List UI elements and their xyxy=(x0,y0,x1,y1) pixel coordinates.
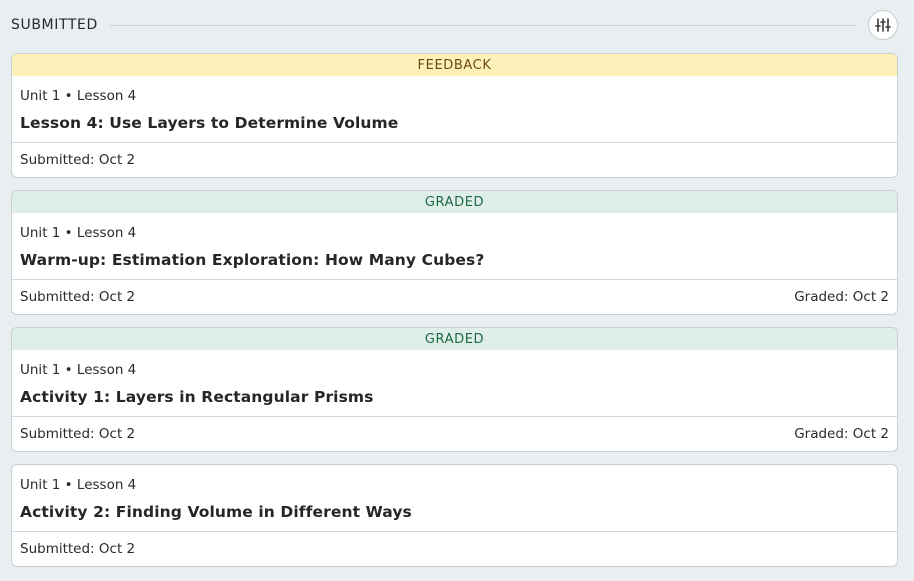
submitted-page: SUBMITTED FEEDBACK Unit 1 • Lesson 4 Les… xyxy=(0,0,914,581)
submitted-date: Submitted: Oct 2 xyxy=(20,541,136,557)
status-banner-graded: GRADED xyxy=(12,328,897,350)
card-subtitle: Unit 1 • Lesson 4 xyxy=(20,362,137,378)
assignment-card[interactable]: FEEDBACK Unit 1 • Lesson 4 Lesson 4: Use… xyxy=(11,53,898,178)
card-subtitle: Unit 1 • Lesson 4 xyxy=(20,225,137,241)
card-body: Unit 1 • Lesson 4 Activity 2: Finding Vo… xyxy=(12,465,897,531)
graded-date: Graded: Oct 2 xyxy=(794,289,889,305)
card-footer: Submitted: Oct 2 Graded: Oct 2 xyxy=(12,279,897,314)
submitted-date: Submitted: Oct 2 xyxy=(20,152,136,168)
submitted-date: Submitted: Oct 2 xyxy=(20,289,136,305)
card-body: Unit 1 • Lesson 4 Warm-up: Estimation Ex… xyxy=(12,213,897,279)
filter-button[interactable] xyxy=(868,10,898,40)
assignment-list: FEEDBACK Unit 1 • Lesson 4 Lesson 4: Use… xyxy=(11,53,898,579)
graded-date: Graded: Oct 2 xyxy=(794,426,889,442)
assignment-card[interactable]: GRADED Unit 1 • Lesson 4 Activity 1: Lay… xyxy=(11,327,898,452)
card-title: Activity 2: Finding Volume in Different … xyxy=(20,503,412,521)
card-body: Unit 1 • Lesson 4 Activity 1: Layers in … xyxy=(12,350,897,416)
card-subtitle: Unit 1 • Lesson 4 xyxy=(20,477,137,493)
card-footer: Submitted: Oct 2 Graded: Oct 2 xyxy=(12,416,897,451)
status-banner-feedback: FEEDBACK xyxy=(12,54,897,76)
section-title: SUBMITTED xyxy=(11,17,98,33)
card-subtitle: Unit 1 • Lesson 4 xyxy=(20,88,137,104)
card-title: Activity 1: Layers in Rectangular Prisms xyxy=(20,388,374,406)
header-divider xyxy=(109,24,856,26)
status-banner-graded: GRADED xyxy=(12,191,897,213)
sliders-icon xyxy=(875,18,891,32)
submitted-date: Submitted: Oct 2 xyxy=(20,426,136,442)
card-title: Warm-up: Estimation Exploration: How Man… xyxy=(20,251,485,269)
card-footer: Submitted: Oct 2 xyxy=(12,142,897,177)
assignment-card[interactable]: GRADED Unit 1 • Lesson 4 Warm-up: Estima… xyxy=(11,190,898,315)
section-header: SUBMITTED xyxy=(11,9,898,41)
card-body: Unit 1 • Lesson 4 Lesson 4: Use Layers t… xyxy=(12,76,897,142)
assignment-card[interactable]: Unit 1 • Lesson 4 Activity 2: Finding Vo… xyxy=(11,464,898,567)
card-title: Lesson 4: Use Layers to Determine Volume xyxy=(20,114,399,132)
card-footer: Submitted: Oct 2 xyxy=(12,531,897,566)
